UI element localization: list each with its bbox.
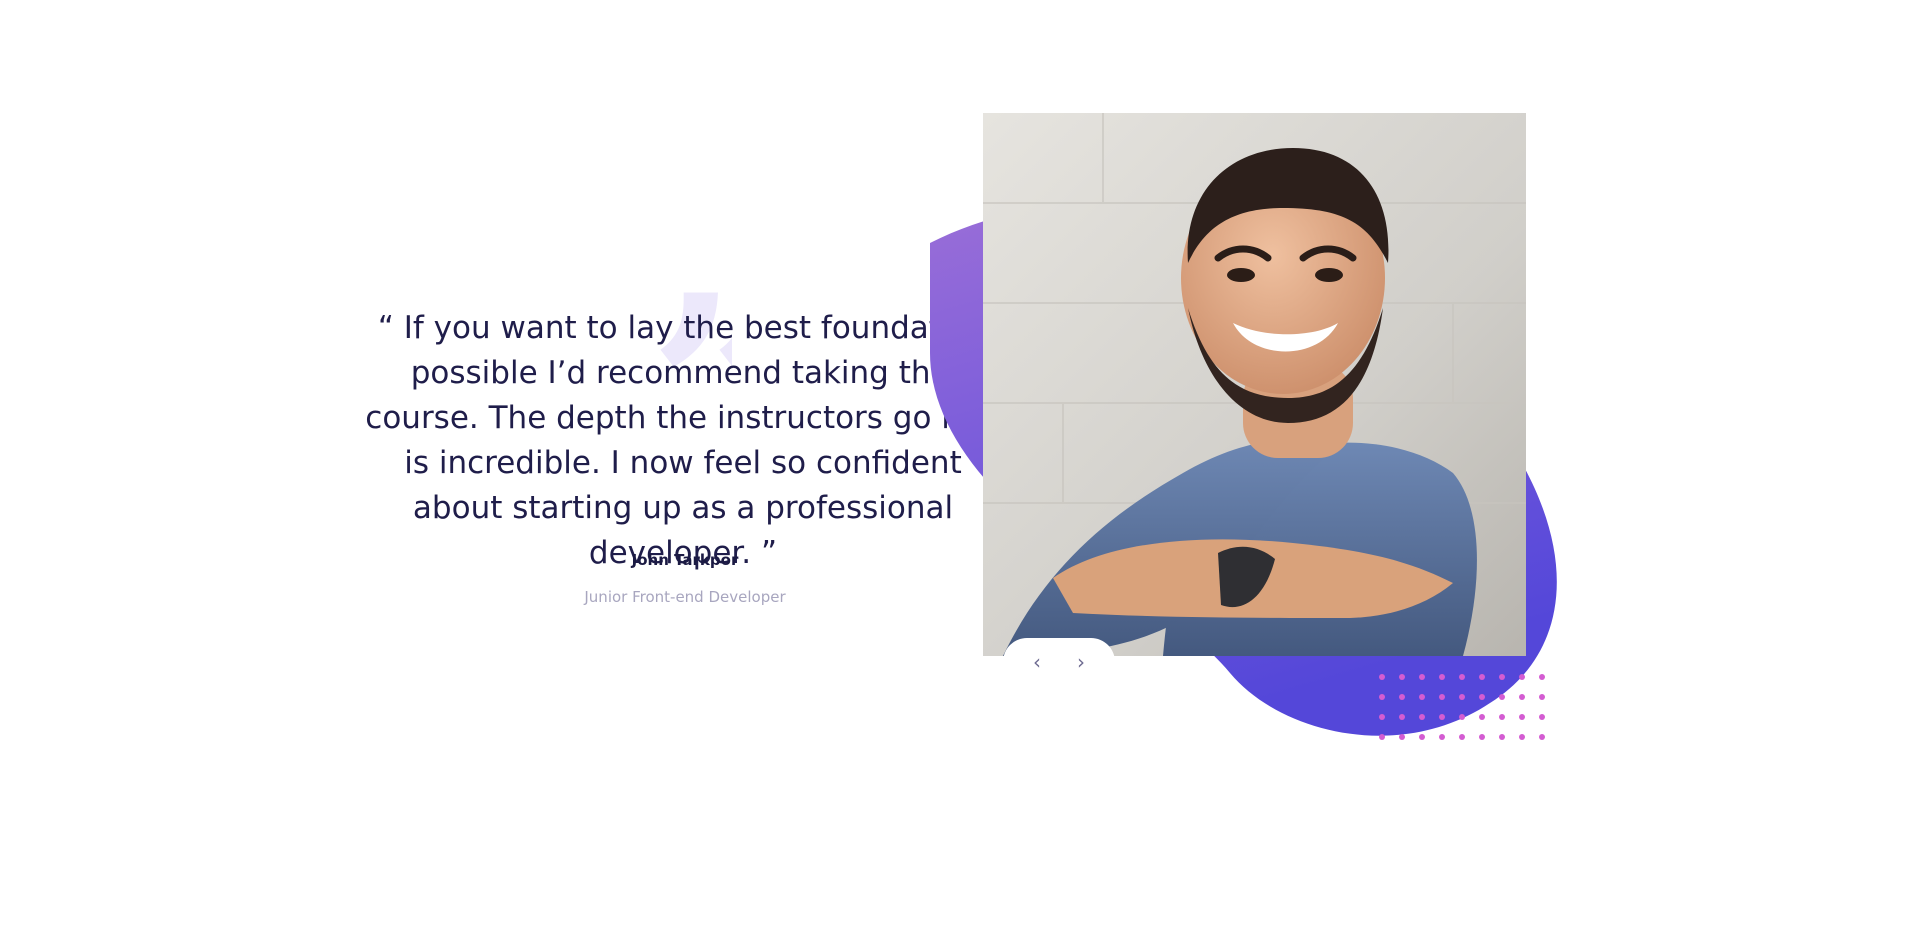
- testimonial-photo: [983, 113, 1526, 656]
- previous-button[interactable]: ‹: [1029, 651, 1045, 673]
- carousel-navigation: ‹ ›: [1003, 638, 1115, 686]
- next-button[interactable]: ›: [1073, 651, 1089, 673]
- testimonial-quote: “ If you want to lay the best foundation…: [365, 310, 1001, 571]
- person-photo: [983, 113, 1526, 656]
- author-role: Junior Front-end Developer: [584, 588, 786, 606]
- testimonial-section: ” “ If you want to lay the best foundati…: [0, 0, 1920, 927]
- author-name: John Tarkpor: [631, 551, 739, 569]
